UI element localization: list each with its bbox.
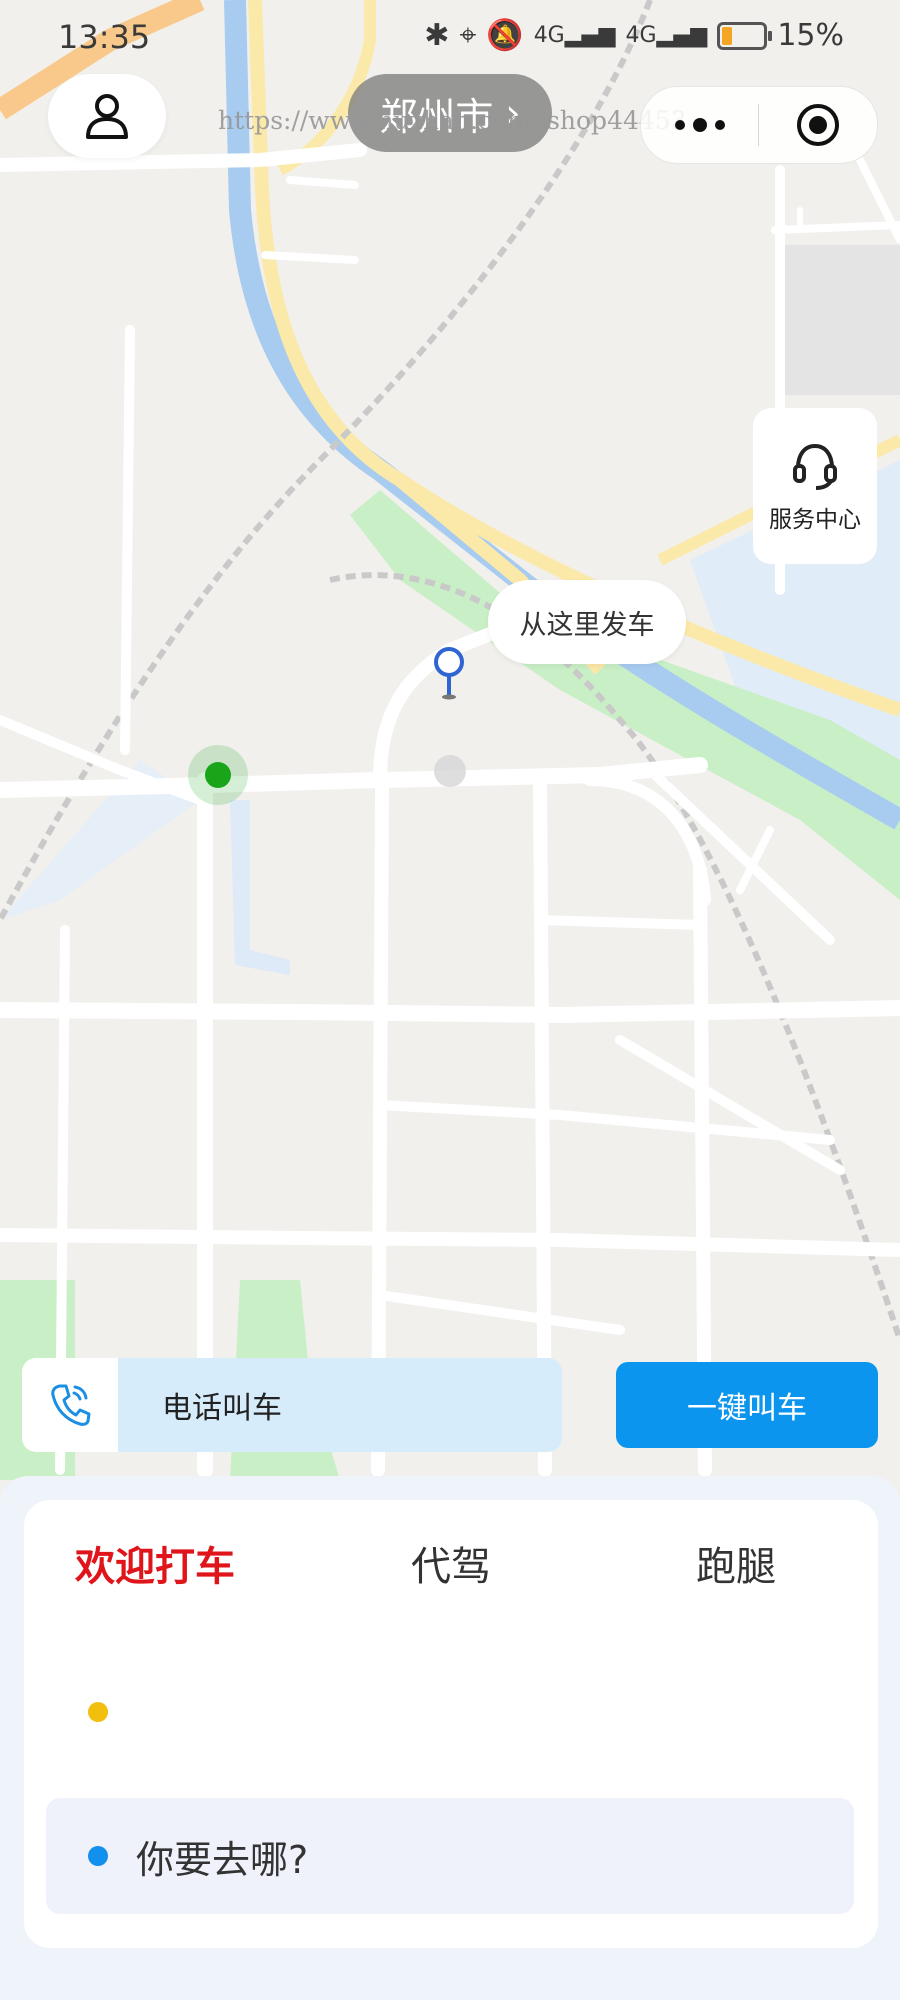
tab-designated-driver[interactable]: 代驾 — [411, 1534, 491, 1592]
close-miniprogram-button[interactable] — [759, 102, 876, 148]
phone-call-button[interactable]: 电话叫车 — [22, 1358, 562, 1452]
signal-4g-2-icon: 4G▂▄▆ — [625, 23, 708, 48]
more-dot-icon — [692, 118, 707, 132]
signal-4g-icon: 4G▂▄▆ — [533, 23, 616, 48]
phone-call-label: 电话叫车 — [118, 1358, 562, 1452]
battery-percent: 15% — [777, 18, 844, 53]
miniprogram-capsule — [640, 86, 878, 164]
one-click-call-button[interactable]: 一键叫车 — [616, 1362, 878, 1448]
depart-here-bubble[interactable]: 从这里发车 — [488, 580, 686, 664]
more-dot-icon — [674, 120, 685, 130]
service-center-button[interactable]: 服务中心 — [753, 408, 877, 564]
watermark-text: https://www.huzhan.com/ishop44453 — [218, 106, 687, 135]
status-icons: ✱ ⌖ 🔕 4G▂▄▆ 4G▂▄▆ 15% — [424, 18, 844, 53]
more-dot-icon — [714, 120, 725, 130]
mute-bell-icon: 🔕 — [486, 18, 524, 53]
destination-placeholder: 你要去哪? — [136, 1837, 309, 1882]
battery-icon — [717, 21, 773, 50]
tab-errand[interactable]: 跑腿 — [696, 1534, 776, 1592]
target-icon — [796, 104, 839, 146]
more-button[interactable] — [641, 118, 758, 132]
status-time: 13:35 — [58, 18, 151, 56]
profile-button[interactable] — [48, 74, 166, 158]
current-location-marker — [188, 745, 248, 805]
destination-input[interactable]: 你要去哪? — [46, 1798, 854, 1914]
headset-icon — [793, 443, 837, 490]
location-icon: ⌖ — [459, 18, 477, 53]
start-location-dot[interactable] — [88, 1702, 108, 1722]
user-icon — [86, 94, 128, 139]
bluetooth-icon: ✱ — [424, 18, 450, 53]
phone-icon-box — [22, 1358, 118, 1452]
destination-dot — [88, 1846, 108, 1866]
tab-taxi[interactable]: 欢迎打车 — [75, 1534, 235, 1592]
service-center-label: 服务中心 — [769, 507, 861, 533]
phone-icon — [51, 1384, 91, 1426]
